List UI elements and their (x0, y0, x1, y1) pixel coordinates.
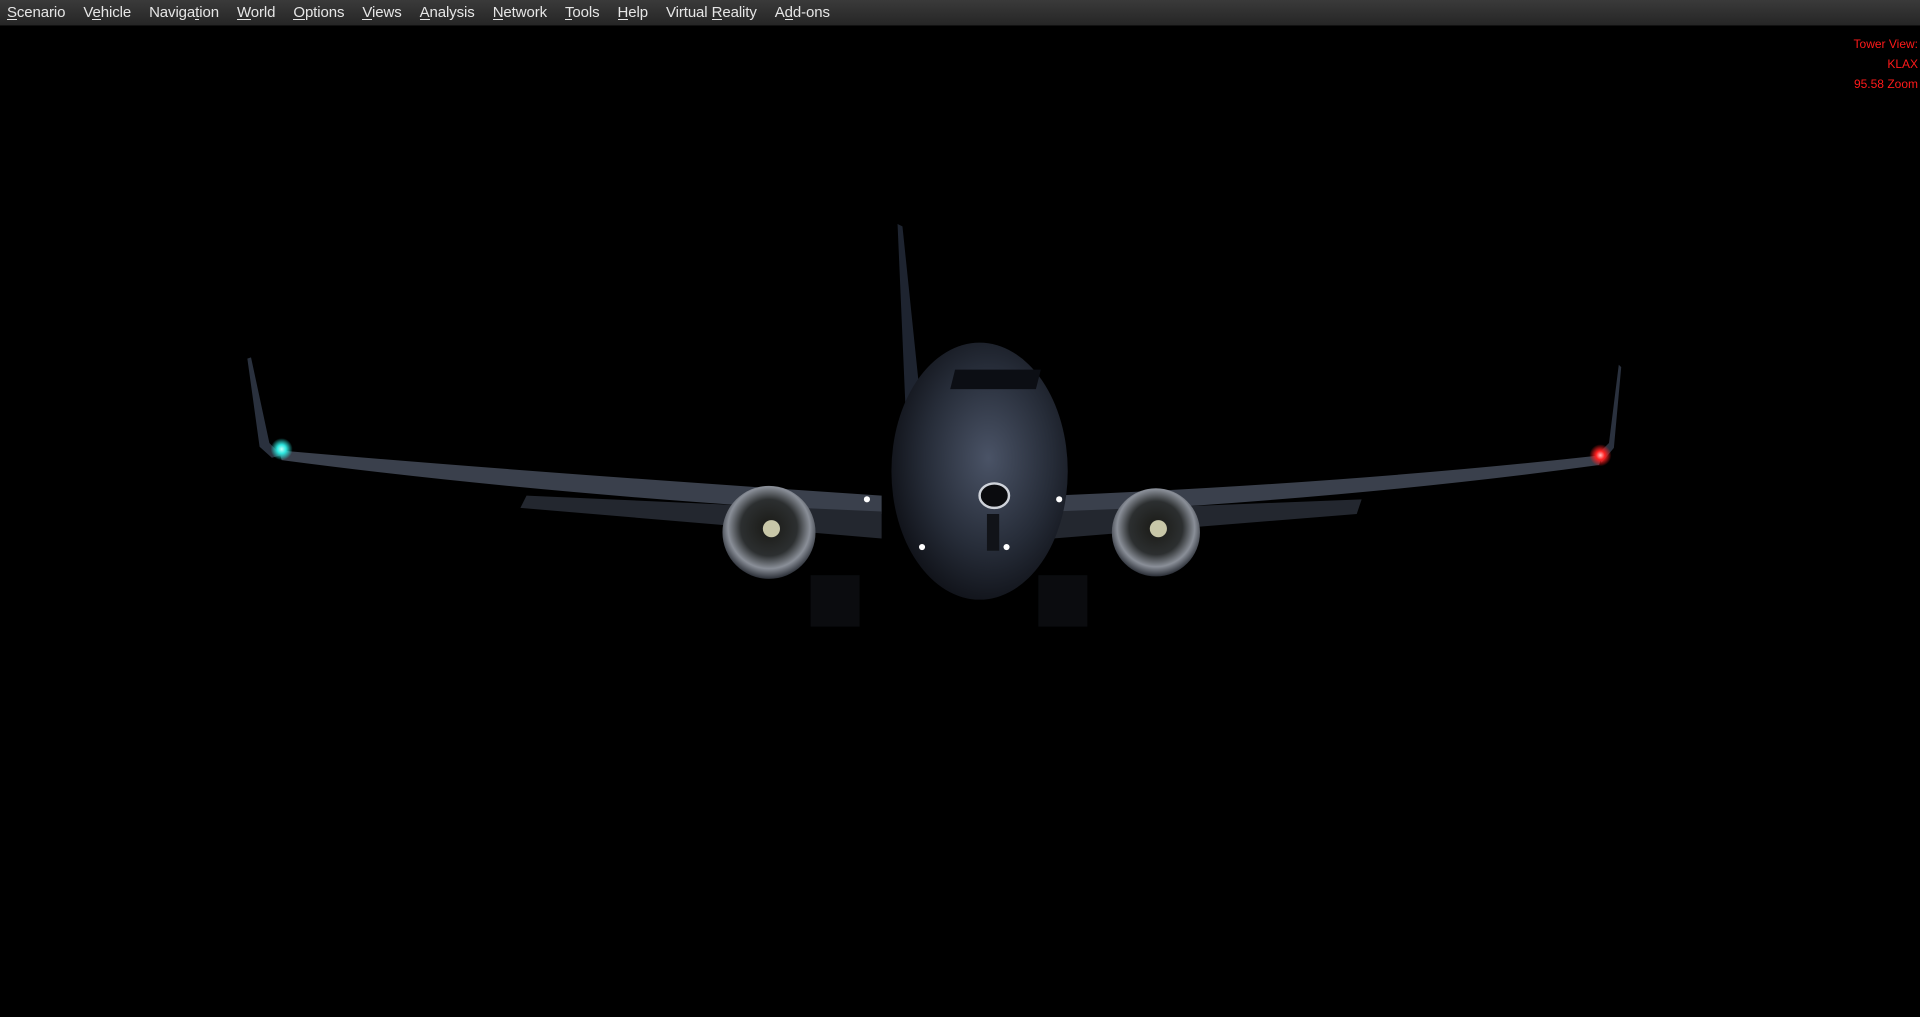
menu-vehicle[interactable]: Vehicle (76, 4, 142, 21)
view-name: Tower View: (1853, 37, 1918, 51)
menu-add-ons[interactable]: Add-ons (768, 4, 841, 21)
menu-bar: Scenario Vehicle Navigation World Option… (0, 0, 1920, 26)
aircraft (247, 223, 1622, 627)
view-info-overlay: Tower View: KLAX 95.58 Zoom (1854, 34, 1918, 94)
menu-analysis[interactable]: Analysis (413, 4, 486, 21)
nose-gear-bay (978, 482, 1011, 510)
simulator-viewport[interactable] (0, 0, 1920, 1017)
menu-views[interactable]: Views (355, 4, 412, 21)
menu-tools[interactable]: Tools (558, 4, 611, 21)
cockpit-windows (950, 369, 1041, 390)
right-nav-light (1589, 444, 1612, 467)
taxi-light (1003, 543, 1010, 551)
menu-world[interactable]: World (230, 4, 286, 21)
landing-light (863, 496, 870, 503)
airport-code: KLAX (1887, 57, 1918, 71)
menu-network[interactable]: Network (486, 4, 558, 21)
left-main-gear (810, 575, 860, 627)
left-engine-spinner (762, 520, 780, 538)
menu-virtual-reality[interactable]: Virtual Reality (659, 4, 768, 21)
right-main-gear (1038, 575, 1088, 627)
taxi-light (918, 543, 926, 551)
menu-help[interactable]: Help (611, 4, 659, 21)
nose-gear (986, 514, 1000, 551)
right-engine-spinner (1149, 520, 1167, 538)
menu-options[interactable]: Options (286, 4, 355, 21)
menu-navigation[interactable]: Navigation (142, 4, 230, 21)
left-nav-light (270, 438, 293, 461)
landing-light (1056, 496, 1063, 503)
menu-scenario[interactable]: Scenario (0, 4, 76, 21)
zoom-level: 95.58 Zoom (1853, 77, 1918, 91)
